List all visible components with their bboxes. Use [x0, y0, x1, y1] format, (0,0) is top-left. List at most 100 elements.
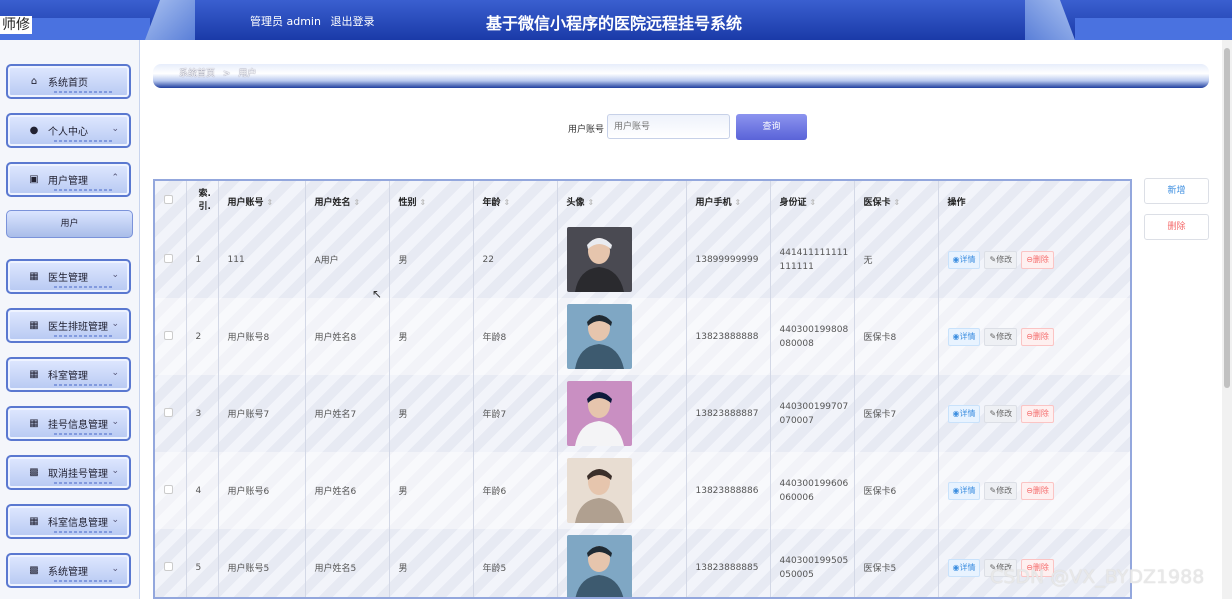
delete-icon: ⊖: [1026, 331, 1033, 341]
header-insurance-card[interactable]: 医保卡 ⇕: [854, 181, 939, 221]
sidebar-item-registration-management[interactable]: ▦ 挂号信息管理 ⌄: [6, 406, 131, 441]
cell-phone: 13823888885: [686, 529, 771, 597]
header-name[interactable]: 用户姓名 ⇕: [305, 181, 390, 221]
detail-label: 详情: [959, 562, 976, 572]
avatar[interactable]: [566, 304, 632, 369]
sort-icon[interactable]: ⇕: [267, 198, 274, 207]
cell-insurance-card: 无: [854, 221, 939, 298]
row-checkbox[interactable]: [164, 561, 173, 571]
cell-age: 年龄6: [473, 452, 558, 529]
sidebar-item-label: 医生管理: [48, 273, 88, 284]
delete-row-button[interactable]: ⊖删除: [1021, 250, 1054, 269]
sidebar-item-doctor-management[interactable]: ▦ 医生管理 ⌄: [6, 259, 131, 294]
sidebar-item-department-management[interactable]: ▦ 科室管理 ⌄: [6, 357, 131, 392]
sidebar-item-cancel-registration[interactable]: ▩ 取消挂号管理 ⌄: [6, 455, 131, 490]
scrollbar-thumb[interactable]: [1224, 48, 1230, 388]
cell-age: 年龄7: [473, 375, 558, 452]
chevron-down-icon: ⌄: [111, 124, 119, 134]
avatar[interactable]: [566, 458, 632, 523]
folder-icon: ▣: [29, 174, 39, 185]
sidebar-item-profile[interactable]: ● 个人中心 ⌄: [6, 113, 131, 148]
breadcrumb-current: 用户: [238, 69, 257, 79]
chevron-down-icon: ⌄: [111, 368, 119, 378]
edit-label: 修改: [996, 254, 1013, 264]
detail-button[interactable]: ◉详情: [947, 327, 981, 346]
sidebar-subitem-user[interactable]: 用户: [6, 210, 133, 238]
breadcrumb-home[interactable]: 系统首页: [179, 69, 215, 79]
avatar[interactable]: [566, 381, 632, 446]
logout-link[interactable]: 退出登录: [330, 15, 374, 28]
chevron-down-icon: ⌄: [111, 319, 119, 329]
select-all-checkbox[interactable]: [164, 195, 173, 204]
avatar[interactable]: [566, 535, 632, 599]
header-label: 用户手机: [695, 197, 732, 208]
edit-button[interactable]: ✎修改: [984, 404, 1018, 423]
detail-button[interactable]: ◉详情: [947, 558, 981, 577]
cell-gender: 男: [389, 221, 474, 298]
sidebar-item-label: 个人中心: [48, 127, 88, 138]
mouse-cursor-icon: ↖: [372, 287, 383, 301]
header-age[interactable]: 年龄 ⇕: [473, 181, 558, 221]
add-button[interactable]: 新增: [1144, 178, 1209, 204]
menu-underline: [54, 140, 114, 142]
sort-icon[interactable]: ⇕: [894, 198, 901, 207]
search-input[interactable]: [607, 114, 730, 139]
edit-button[interactable]: ✎修改: [984, 327, 1018, 346]
header-phone[interactable]: 用户手机 ⇕: [686, 181, 771, 221]
sidebar-item-department-info[interactable]: ▦ 科室信息管理 ⌄: [6, 504, 131, 539]
header-id-card[interactable]: 身份证 ⇕: [770, 181, 855, 221]
row-checkbox[interactable]: [164, 484, 173, 494]
search-label: 用户账号: [568, 125, 605, 135]
cell-operations: ◉详情 ✎修改 ⊖删除: [938, 221, 1130, 298]
header-label: 性别: [398, 197, 417, 208]
cell-gender: 男: [389, 375, 474, 452]
sort-icon[interactable]: ⇕: [810, 198, 817, 207]
sort-icon[interactable]: ⇕: [420, 198, 427, 207]
row-checkbox[interactable]: [164, 330, 173, 340]
delete-label: 删除: [1032, 331, 1049, 341]
cell-name: 用户姓名6: [305, 452, 390, 529]
row-checkbox[interactable]: [164, 407, 173, 417]
cell-account: 用户账号5: [218, 529, 306, 597]
menu-underline: [54, 433, 114, 435]
edit-button[interactable]: ✎修改: [984, 250, 1018, 269]
detail-button[interactable]: ◉详情: [947, 250, 981, 269]
header-avatar[interactable]: 头像 ⇕: [557, 181, 687, 221]
edit-button[interactable]: ✎修改: [984, 481, 1018, 500]
header-account[interactable]: 用户账号 ⇕: [218, 181, 306, 221]
delete-row-button[interactable]: ⊖删除: [1021, 404, 1054, 423]
delete-label: 删除: [1032, 254, 1049, 264]
search-button[interactable]: 查询: [736, 114, 807, 140]
sort-icon[interactable]: ⇕: [588, 198, 595, 207]
sidebar-item-schedule-management[interactable]: ▦ 医生排班管理 ⌄: [6, 308, 131, 343]
detail-button[interactable]: ◉详情: [947, 481, 981, 500]
sidebar-item-home[interactable]: ⌂ 系统首页: [6, 64, 131, 99]
chevron-up-icon: ⌃: [111, 173, 119, 183]
delete-button[interactable]: 删除: [1144, 214, 1209, 240]
avatar[interactable]: [566, 227, 632, 292]
sidebar-item-system-management[interactable]: ▩ 系统管理 ⌄: [6, 553, 131, 588]
id-card-line: 080008: [779, 338, 814, 349]
page-scrollbar[interactable]: [1222, 40, 1232, 599]
sort-icon[interactable]: ⇕: [735, 198, 742, 207]
table-row: 5 用户账号5 用户姓名5 男 年龄5 13823888885 44030019…: [155, 529, 1130, 599]
cell-age: 年龄8: [473, 298, 558, 375]
menu-underline: [54, 286, 114, 288]
cell-avatar: [557, 452, 687, 529]
row-checkbox[interactable]: [164, 253, 173, 263]
user-table: 索. 引. 用户账号 ⇕ 用户姓名 ⇕ 性别 ⇕ 年龄 ⇕ 头像 ⇕ 用户手机 ⇕ 身份证 ⇕…: [153, 179, 1132, 599]
row-select-cell: [155, 298, 187, 375]
delete-row-button[interactable]: ⊖删除: [1021, 481, 1054, 500]
cell-index: 2: [186, 298, 219, 375]
delete-row-button[interactable]: ⊖删除: [1021, 327, 1054, 346]
sidebar-item-user-management[interactable]: ▣ 用户管理 ⌃: [6, 162, 131, 197]
header-gender[interactable]: 性别 ⇕: [389, 181, 474, 221]
cell-gender: 男: [389, 529, 474, 597]
header-index-line1: 索: [198, 189, 208, 199]
sort-icon[interactable]: ⇕: [504, 198, 511, 207]
header-label: 操作: [947, 197, 966, 208]
cell-id-card: 441411111111 111111: [770, 221, 855, 298]
sort-icon[interactable]: ⇕: [354, 198, 361, 207]
detail-button[interactable]: ◉详情: [947, 404, 981, 423]
cell-operations: ◉详情 ✎修改 ⊖删除: [938, 529, 1130, 597]
